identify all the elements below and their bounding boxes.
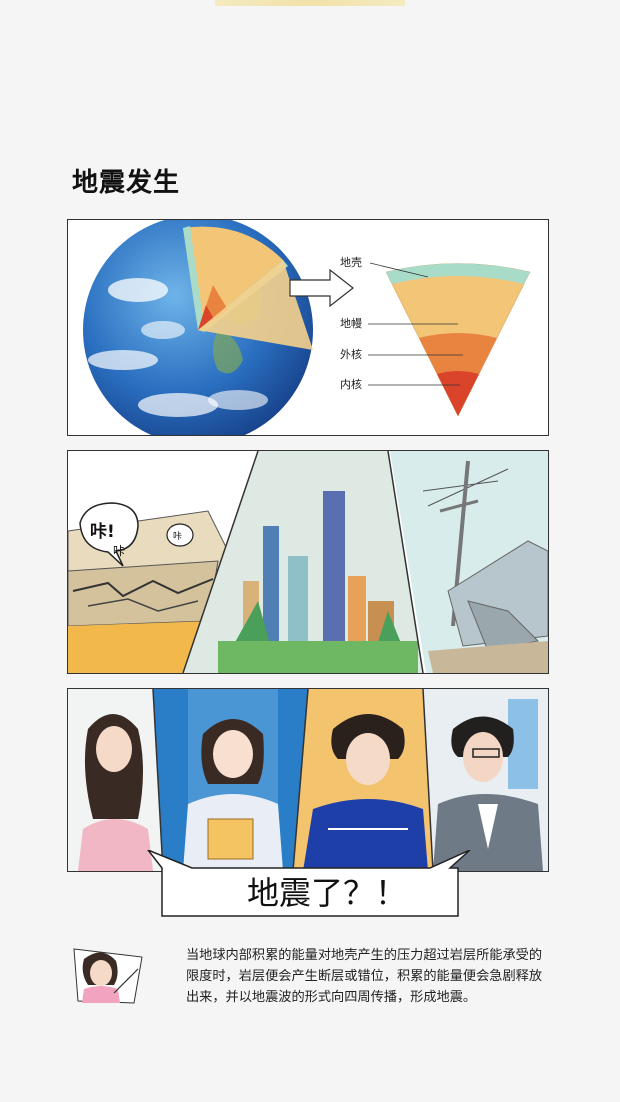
earth-globe [83, 220, 313, 435]
teacher-avatar [73, 948, 143, 1004]
girl-character [153, 689, 308, 871]
sound-effect-small: 咔 [173, 530, 182, 542]
man-character [423, 689, 548, 871]
sound-effect-medium: 咔 [113, 544, 125, 558]
label-crust: 地壳 [340, 255, 362, 269]
earthquake-scenes-panel: 咔! 咔 咔 [67, 450, 549, 674]
top-strip [215, 0, 405, 6]
boy-character [293, 689, 433, 871]
earth-layer-wedge [385, 263, 531, 417]
label-mantle: 地幔 [340, 317, 362, 330]
earth-structure-panel: 地壳 地幔 外核 内核 [67, 219, 549, 436]
woman-character [68, 689, 163, 871]
people-reaction-panel [67, 688, 549, 872]
exclamation-text: 地震了？！ [247, 874, 407, 912]
label-outer-core: 外核 [340, 347, 362, 361]
earthquake-explanation: 当地球内部积累的能量对地壳产生的压力超过岩层所能承受的限度时，岩层便会产生断层或… [186, 948, 543, 1005]
label-inner-core: 内核 [340, 377, 362, 391]
exclamation-speech-box: 地震了？！ [147, 850, 471, 917]
people-reaction-illustration [68, 689, 548, 871]
earthquake-scenes-illustration: 咔! 咔 咔 [68, 451, 548, 673]
earth-structure-illustration: 地壳 地幔 外核 内核 [83, 220, 531, 435]
page-title: 地震发生 [72, 168, 181, 198]
sound-effect-large: 咔! [90, 522, 115, 542]
